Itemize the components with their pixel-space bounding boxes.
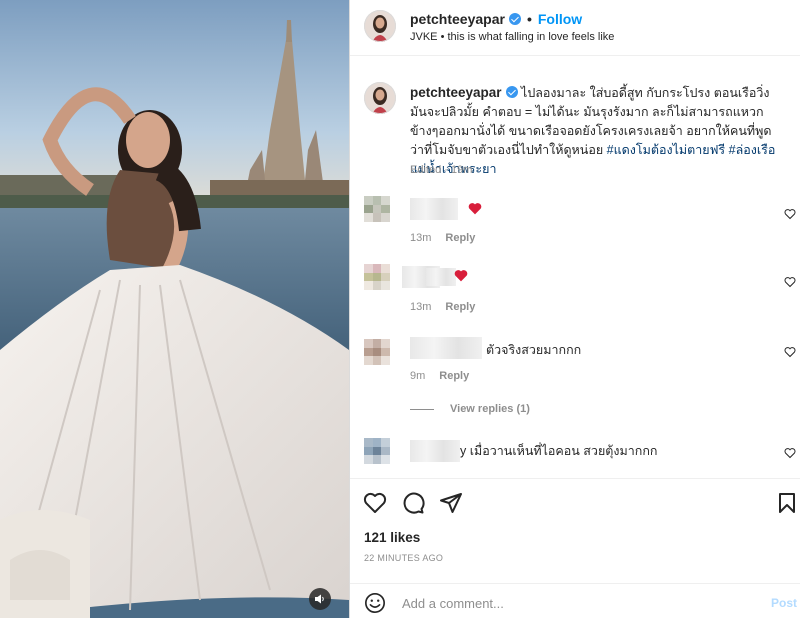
reply-button[interactable]: Reply [445, 301, 475, 313]
comment-meta: 9m Reply [410, 370, 483, 382]
caption-avatar[interactable] [364, 82, 396, 114]
heart-icon[interactable] [363, 491, 387, 515]
commenter-name-blurred[interactable] [410, 440, 460, 462]
commenter-name-blurred[interactable] [410, 198, 458, 220]
comment-like-icon[interactable] [784, 208, 796, 220]
commenter-avatar[interactable] [364, 339, 390, 365]
author-avatar[interactable] [364, 10, 396, 42]
comment-like-icon[interactable] [784, 276, 796, 288]
post-timestamp: 22 MINUTES AGO [364, 553, 444, 563]
red-heart-icon [454, 270, 468, 282]
post-media[interactable] [0, 0, 349, 618]
comment-meta: 13m Reply [410, 301, 489, 313]
comment-time: 13m [410, 301, 432, 313]
commenter-avatar[interactable] [364, 438, 390, 464]
hashtag-link[interactable]: #แดงโมต้องไม่ตายฟรี [607, 143, 725, 157]
comment-time: 13m [410, 232, 432, 244]
commenter-avatar[interactable] [364, 264, 390, 290]
bookmark-icon[interactable] [775, 491, 799, 515]
emoji-icon[interactable] [364, 592, 386, 614]
speaker-icon [315, 594, 324, 604]
caption-edited-time: Edited · 19m [410, 164, 473, 176]
post-header: petchteeyapar • Follow JVKE • this is what… [350, 0, 800, 56]
comment-composer: Post [350, 583, 800, 618]
post-side-panel: petchteeyapar • Follow JVKE • this is what… [349, 0, 800, 618]
view-replies-label: View replies (1) [450, 403, 530, 415]
comment-time: 9m [410, 370, 426, 382]
verified-badge-icon [508, 13, 521, 25]
verified-badge-icon [505, 86, 518, 98]
share-icon[interactable] [439, 491, 463, 515]
commenter-name-blurred [426, 268, 456, 286]
comment-text: y เมื่อวานเห็นที่ไอคอน สวยตุ้งมากกก [460, 444, 658, 458]
follow-button[interactable]: Follow [538, 11, 582, 27]
comment-text: ตัวจริงสวยมากกก [486, 343, 582, 357]
author-username[interactable]: petchteeyapar [410, 11, 505, 27]
comment-input[interactable] [402, 592, 742, 614]
view-replies-button[interactable]: View replies (1) [410, 403, 530, 415]
likes-count[interactable]: 121 likes [364, 530, 420, 545]
post-photo [0, 0, 349, 618]
comment-meta: 13m Reply [410, 232, 489, 244]
commenter-name-blurred[interactable] [410, 337, 482, 359]
caption-username[interactable]: petchteeyapar [410, 85, 502, 100]
separator-dot: • [526, 11, 532, 27]
comment-like-icon[interactable] [784, 346, 796, 358]
comment-like-icon[interactable] [784, 447, 796, 459]
reply-button[interactable]: Reply [439, 370, 469, 382]
red-heart-icon [468, 203, 482, 215]
post-comment-button[interactable]: Post [771, 596, 797, 610]
post-actions: 121 likes 22 MINUTES AGO Post [350, 478, 800, 618]
mute-button[interactable] [309, 588, 331, 610]
reply-button[interactable]: Reply [445, 232, 475, 244]
audio-track[interactable]: JVKE • this is what falling in love feel… [410, 31, 614, 43]
comment-icon[interactable] [401, 491, 425, 515]
replies-line [410, 408, 434, 410]
commenter-avatar[interactable] [364, 196, 390, 222]
